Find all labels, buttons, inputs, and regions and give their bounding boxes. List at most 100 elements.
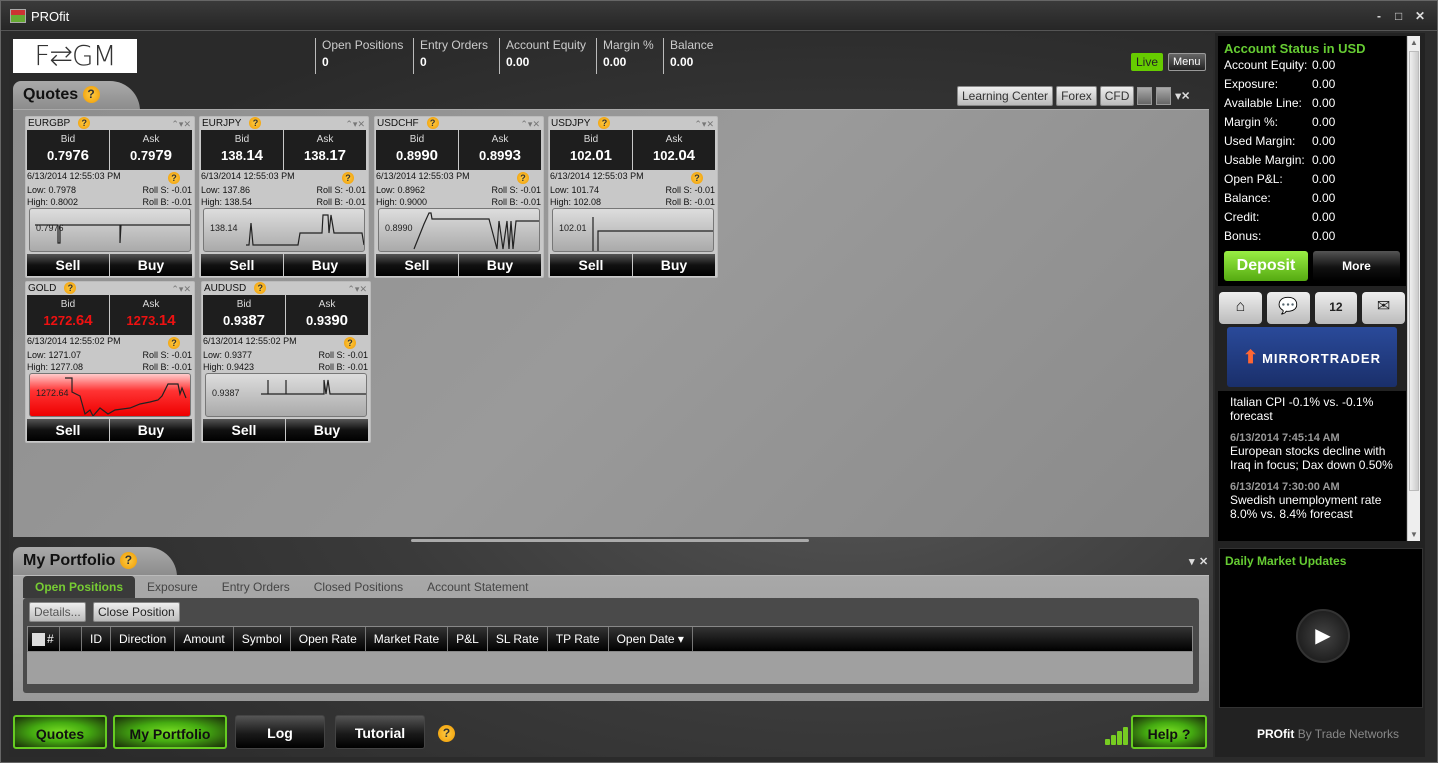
help-button[interactable]: Help ? [1131,715,1207,749]
splitter-handle[interactable] [411,539,809,542]
column-header[interactable]: Direction [111,627,176,651]
tutorial-button[interactable]: Tutorial [335,715,425,749]
panel-controls-icon[interactable]: ⌃▾✕ [520,118,540,131]
help-icon[interactable]: ? [254,282,267,295]
scroll-up-icon[interactable]: ▲ [1410,38,1418,47]
ask-cell[interactable]: Ask 0.9390 [286,295,368,335]
help-icon[interactable]: ? [249,117,262,130]
buy-button[interactable]: Buy [286,419,368,441]
buy-button[interactable]: Buy [284,254,366,276]
help-icon[interactable]: ? [438,725,455,742]
bid-cell[interactable]: Bid 138.14 [201,130,283,170]
help-icon[interactable]: ? [691,172,703,184]
log-button[interactable]: Log [235,715,325,749]
close-position-button[interactable]: Close Position [93,602,180,622]
tab-closed-positions[interactable]: Closed Positions [302,576,415,598]
column-header[interactable]: Symbol [234,627,291,651]
mail-icon[interactable]: ✉ [1362,292,1405,324]
column-header[interactable]: ID [82,627,111,651]
tab-exposure[interactable]: Exposure [135,576,210,598]
select-all-checkbox[interactable] [32,633,45,647]
column-header[interactable]: SL Rate [488,627,548,651]
play-icon[interactable]: ▶ [1296,609,1350,663]
ask-cell[interactable]: Ask 0.7979 [110,130,192,170]
sell-button[interactable]: Sell [27,419,109,441]
mirrortrader-banner[interactable]: ⬆ MIRRORTRADER [1227,327,1397,387]
bid-cell[interactable]: Bid 0.8990 [376,130,458,170]
quotes-nav-button[interactable]: Quotes [13,715,107,749]
bid-cell[interactable]: Bid 0.9387 [203,295,285,335]
news-item[interactable]: 6/13/2014 7:30:00 AM Swedish unemployment… [1218,477,1406,521]
panel-controls-icon[interactable]: ⌃▾✕ [694,118,714,131]
bid-cell[interactable]: Bid 1272.64 [27,295,109,335]
buy-button[interactable]: Buy [110,419,192,441]
panel-controls-icon[interactable]: ⌃▾✕ [171,118,191,131]
my-portfolio-nav-button[interactable]: My Portfolio [113,715,227,749]
column-header[interactable]: TP Rate [548,627,609,651]
close-panel-icon[interactable]: ✕ [1181,91,1190,103]
ask-cell[interactable]: Ask 0.8993 [459,130,541,170]
sell-button[interactable]: Sell [27,254,109,276]
tab-open-positions[interactable]: Open Positions [23,576,136,598]
sell-button[interactable]: Sell [201,254,283,276]
bid-cell[interactable]: Bid 0.7976 [27,130,109,170]
account-row: Balance: 0.00 [1218,189,1406,208]
help-icon[interactable]: ? [168,337,180,349]
column-header[interactable] [60,627,82,651]
sell-button[interactable]: Sell [550,254,632,276]
ask-cell[interactable]: Ask 138.17 [284,130,366,170]
deposit-button[interactable]: Deposit [1224,251,1308,281]
sell-button[interactable]: Sell [376,254,458,276]
close-button[interactable]: ✕ [1415,9,1425,23]
side-scrollbar[interactable]: ▲ ▼ [1407,36,1420,541]
live-badge[interactable]: Live [1131,53,1164,71]
ask-cell[interactable]: Ask 102.04 [633,130,715,170]
bid-cell[interactable]: Bid 102.01 [550,130,632,170]
help-icon[interactable]: ? [426,117,439,130]
chat-icon[interactable]: 💬 [1266,292,1310,324]
help-icon[interactable]: ? [342,172,354,184]
help-icon[interactable]: ? [64,282,77,295]
help-icon[interactable]: ? [119,552,137,570]
details-button[interactable]: Details... [29,602,86,622]
help-icon[interactable]: ? [344,337,356,349]
ask-cell[interactable]: Ask 1273.14 [110,295,192,335]
pin-icon[interactable]: ▾ [1189,555,1195,568]
tab-account-statement[interactable]: Account Statement [415,576,540,598]
help-icon[interactable]: ? [598,117,611,130]
more-button[interactable]: More [1313,251,1400,281]
menu-button[interactable]: Menu [1168,53,1206,71]
list-view-icon[interactable] [1156,87,1172,105]
column-header[interactable]: Open Date ▾ [609,627,693,651]
help-icon[interactable]: ? [517,172,529,184]
forex-button[interactable]: Forex [1056,86,1097,106]
cfd-button[interactable]: CFD [1099,86,1135,106]
buy-button[interactable]: Buy [633,254,715,276]
calendar-icon[interactable]: 12 [1314,292,1358,324]
help-icon[interactable]: ? [168,172,180,184]
sell-button[interactable]: Sell [203,419,285,441]
panel-controls-icon[interactable]: ⌃▾✕ [345,118,365,131]
buy-button[interactable]: Buy [459,254,541,276]
learning-center-button[interactable]: Learning Center [957,86,1054,106]
column-header[interactable]: Open Rate [291,627,366,651]
help-icon[interactable]: ? [78,117,91,130]
minimize-button[interactable]: - [1377,9,1381,23]
help-icon[interactable]: ? [82,86,100,104]
news-item[interactable]: 6/13/2014 7:45:14 AM European stocks decl… [1218,428,1406,472]
maximize-button[interactable]: □ [1395,9,1402,23]
news-item[interactable]: Italian CPI -0.1% vs. -0.1% forecast [1218,391,1406,423]
tab-entry-orders[interactable]: Entry Orders [210,576,302,598]
column-header[interactable]: P&L [448,627,488,651]
column-header[interactable]: Market Rate [366,627,449,651]
buy-button[interactable]: Buy [110,254,192,276]
select-all-column[interactable]: # [28,627,60,651]
column-header[interactable]: Amount [175,627,234,651]
grid-view-icon[interactable] [1137,87,1153,105]
home-icon[interactable]: ⌂ [1219,292,1262,324]
scrollbar-thumb[interactable] [1409,51,1419,491]
panel-controls-icon[interactable]: ⌃▾✕ [171,283,191,296]
scroll-down-icon[interactable]: ▼ [1410,530,1418,539]
panel-controls-icon[interactable]: ⌃▾✕ [347,283,367,296]
close-panel-icon[interactable]: ✕ [1199,555,1208,568]
